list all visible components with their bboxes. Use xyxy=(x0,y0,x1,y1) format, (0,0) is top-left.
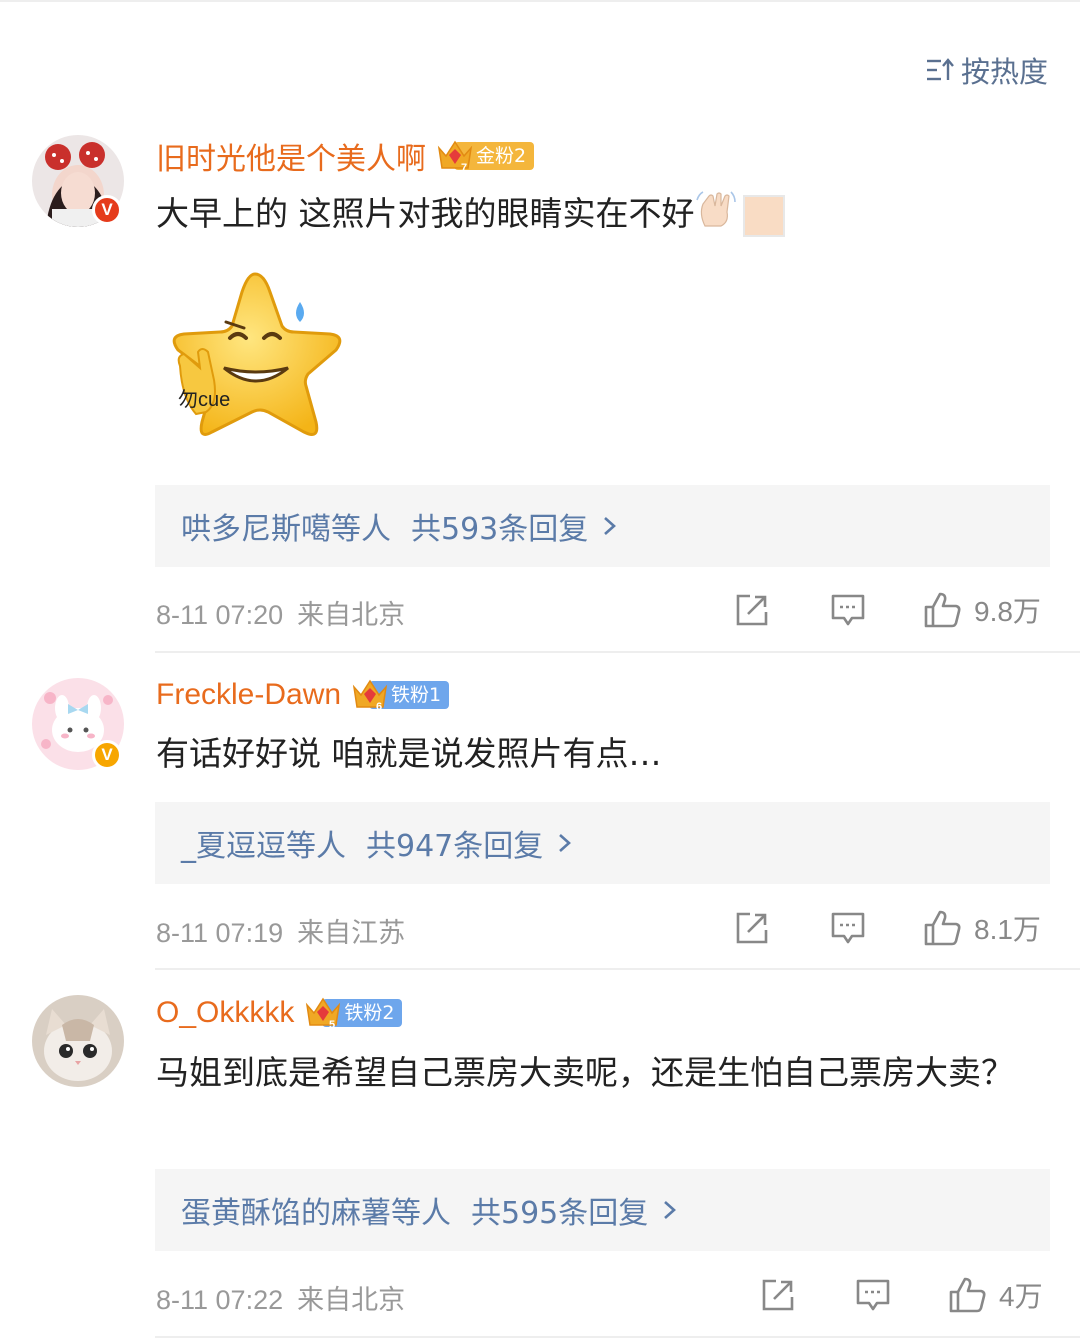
waving-hand-icon xyxy=(695,188,737,243)
top-divider xyxy=(0,0,1080,2)
crown-icon: 7 xyxy=(436,138,474,174)
name-line: Freckle-Dawn 6 铁粉1 xyxy=(156,677,450,713)
sticker-text: 勿cue xyxy=(178,389,231,411)
crown-icon: 5 xyxy=(304,995,342,1031)
name-line: O_Okkkkk 5 铁粉2 xyxy=(156,995,403,1031)
reply-button[interactable] xyxy=(855,1277,891,1313)
skin-tone-swatch xyxy=(742,194,785,237)
comment-location: 来自北京 xyxy=(297,600,406,630)
sort-by-hot-button[interactable]: 按热度 xyxy=(925,50,1048,90)
replies-count: 共595条回复 xyxy=(471,1196,649,1231)
comment-location: 来自北京 xyxy=(297,1285,406,1315)
fan-badge[interactable]: 5 铁粉2 xyxy=(304,995,403,1031)
chevron-right-icon xyxy=(557,832,573,854)
like-button[interactable]: 8.1万 xyxy=(922,908,1041,948)
chevron-right-icon xyxy=(602,515,618,537)
share-icon xyxy=(736,912,768,944)
username[interactable]: 旧时光他是个美人啊 xyxy=(156,134,426,178)
share-icon xyxy=(762,1279,794,1311)
replies-preview[interactable]: _夏逗逗等人 共947条回复 xyxy=(155,802,1050,884)
thumbs-up-icon xyxy=(949,1277,986,1313)
reply-button[interactable] xyxy=(830,592,866,628)
comment-date: 8-11 07:22 xyxy=(156,1285,284,1315)
comment-meta: 8-11 07:19 来自江苏 xyxy=(156,911,405,950)
comment-icon xyxy=(831,594,865,626)
comment-icon xyxy=(856,1279,890,1311)
fan-badge[interactable]: 6 铁粉1 xyxy=(351,677,450,713)
comment-icon xyxy=(831,912,865,944)
verified-badge-icon: V xyxy=(92,195,122,225)
comment-divider xyxy=(155,968,1080,970)
crown-icon: 6 xyxy=(351,677,389,713)
comment-text: 马姐到底是希望自己票房大卖呢，还是生怕自己票房大卖？ xyxy=(156,1053,1014,1092)
comment-divider xyxy=(155,1336,1080,1338)
comment-date: 8-11 07:20 xyxy=(156,600,284,630)
chevron-right-icon xyxy=(662,1199,678,1221)
sort-icon xyxy=(925,57,955,83)
comment-location: 来自江苏 xyxy=(297,918,406,948)
fan-badge[interactable]: 7 金粉2 xyxy=(436,138,535,174)
comment-text: 有话好好说 咱就是说发照片有点… xyxy=(156,734,662,773)
like-button[interactable]: 9.8万 xyxy=(922,590,1041,630)
comment-meta: 8-11 07:20 来自北京 xyxy=(156,593,405,632)
thumbs-up-icon xyxy=(924,910,961,946)
replies-count: 共593条回复 xyxy=(411,512,589,547)
replies-preview[interactable]: 哄多尼斯噶等人 共593条回复 xyxy=(155,485,1050,567)
name-line: 旧时光他是个美人啊 7 金粉2 xyxy=(156,134,535,178)
like-count: 9.8万 xyxy=(974,596,1041,627)
username[interactable]: Freckle-Dawn xyxy=(156,678,341,712)
avatar[interactable] xyxy=(32,995,124,1087)
share-button[interactable] xyxy=(734,592,770,628)
svg-text:6: 6 xyxy=(376,701,382,713)
verified-badge-icon: V xyxy=(92,740,122,770)
sort-label: 按热度 xyxy=(960,55,1048,89)
reply-button[interactable] xyxy=(830,910,866,946)
like-count: 8.1万 xyxy=(974,914,1041,945)
share-icon xyxy=(736,594,768,626)
comment-text: 大早上的 这照片对我的眼睛实在不好 xyxy=(156,188,1036,243)
replies-count: 共947条回复 xyxy=(366,829,544,864)
share-button[interactable] xyxy=(760,1277,796,1313)
replies-users: _夏逗逗等人 xyxy=(181,829,346,864)
replies-users: 哄多尼斯噶等人 xyxy=(181,512,391,547)
like-button[interactable]: 4万 xyxy=(947,1275,1043,1315)
star-sticker[interactable]: 勿cue xyxy=(160,268,350,448)
replies-preview[interactable]: 蛋黄酥馅的麻薯等人 共595条回复 xyxy=(155,1169,1050,1251)
thumbs-up-icon xyxy=(924,592,961,628)
comment-divider xyxy=(155,651,1080,653)
comment-meta: 8-11 07:22 来自北京 xyxy=(156,1278,405,1317)
like-count: 4万 xyxy=(999,1281,1043,1312)
comment-date: 8-11 07:19 xyxy=(156,918,284,948)
share-button[interactable] xyxy=(734,910,770,946)
svg-text:5: 5 xyxy=(329,1019,335,1031)
username[interactable]: O_Okkkkk xyxy=(156,996,294,1030)
svg-text:7: 7 xyxy=(461,162,467,174)
replies-users: 蛋黄酥馅的麻薯等人 xyxy=(181,1196,451,1231)
